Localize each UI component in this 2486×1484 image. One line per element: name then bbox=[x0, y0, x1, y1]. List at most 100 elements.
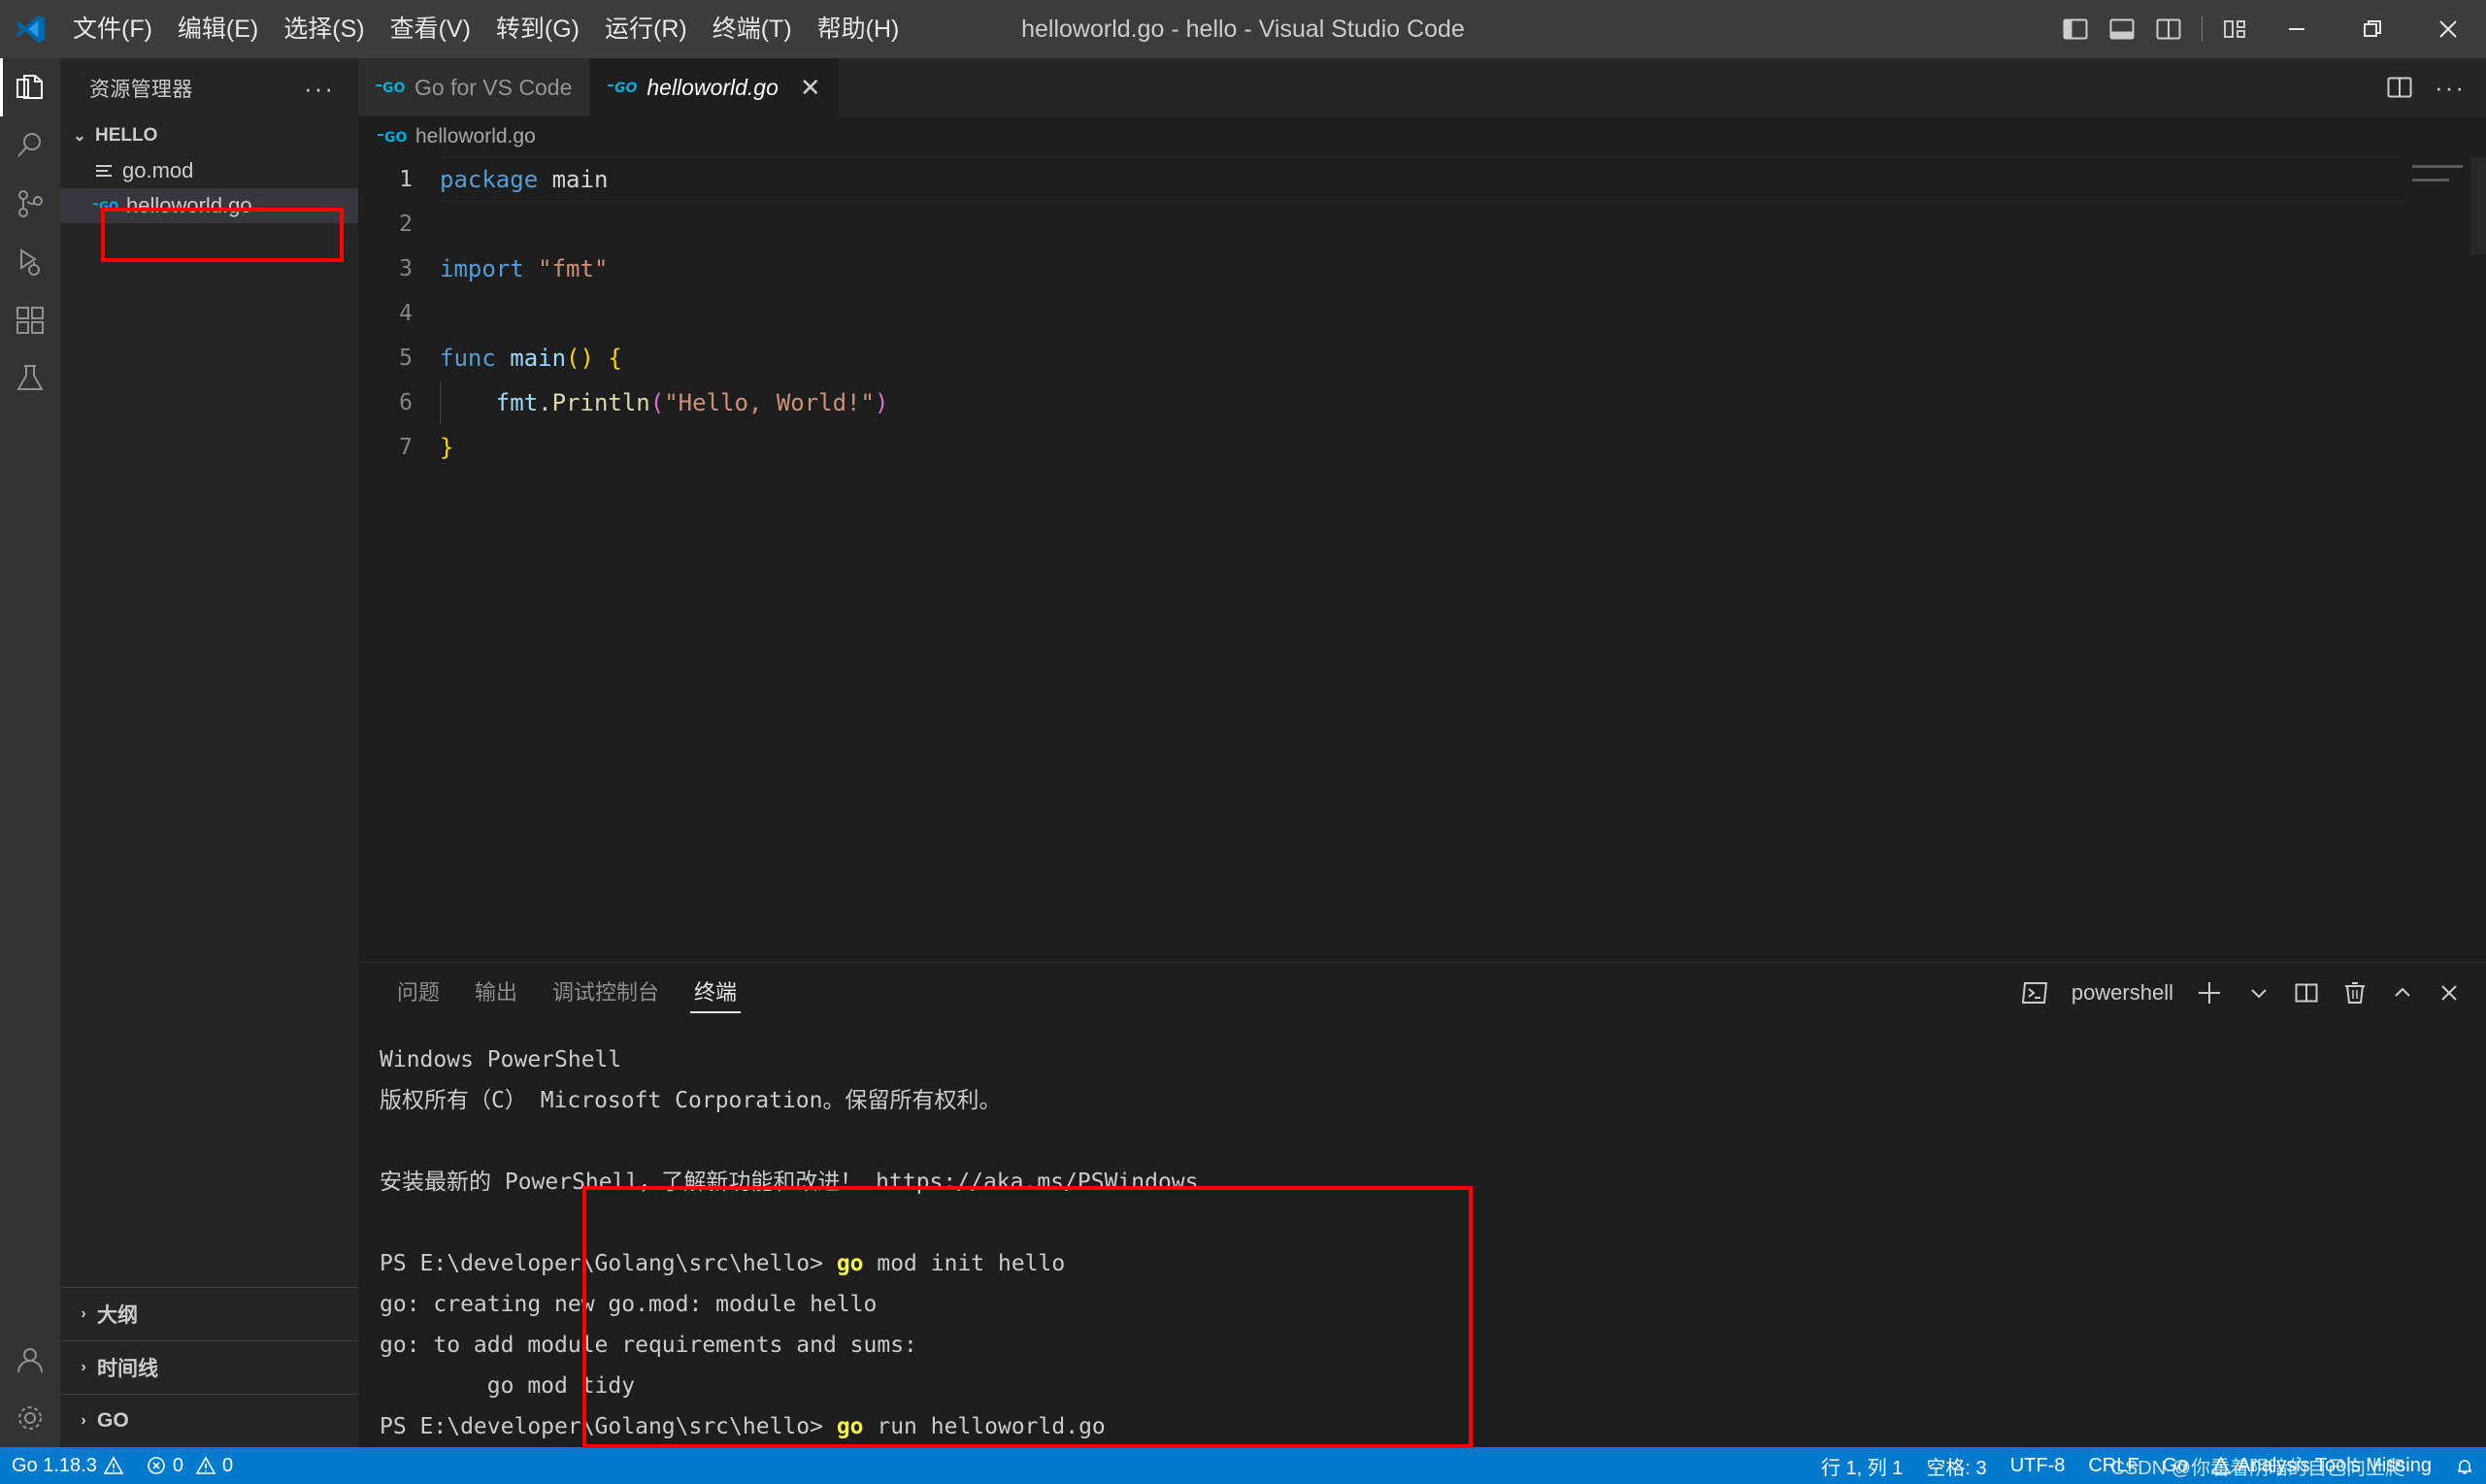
code-editor[interactable]: 1 package main 2 3 import "fmt" 4 5 func main()… bbox=[358, 157, 2486, 962]
editor-more-actions-icon[interactable]: ··· bbox=[2428, 58, 2472, 116]
breadcrumb[interactable]: GO helloworld.go bbox=[358, 116, 2486, 157]
tab-helloworld-go[interactable]: GO helloworld.go ✕ bbox=[590, 58, 840, 116]
terminal-output[interactable]: Windows PowerShell 版权所有（C） Microsoft Corp… bbox=[358, 1023, 2486, 1447]
code-token: ( bbox=[566, 344, 580, 372]
chevron-right-icon: › bbox=[81, 1359, 86, 1375]
menu-view[interactable]: 查看(V) bbox=[378, 0, 483, 58]
terminal-text: Windows PowerShell bbox=[380, 1047, 622, 1072]
file-item-go-mod[interactable]: go.mod bbox=[60, 153, 358, 188]
plus-icon[interactable] bbox=[2185, 963, 2234, 1023]
status-language-mode[interactable]: Go bbox=[2151, 1447, 2201, 1484]
scrollbar-thumb[interactable] bbox=[2470, 157, 2486, 254]
go-file-icon: GO bbox=[93, 197, 118, 214]
gear-icon[interactable] bbox=[0, 1389, 60, 1447]
split-editor-icon[interactable] bbox=[2377, 58, 2422, 116]
sidebar-item-source-control[interactable] bbox=[0, 175, 60, 233]
status-eol[interactable]: CRLF bbox=[2076, 1447, 2150, 1484]
minimap[interactable] bbox=[2412, 165, 2470, 190]
minimize-icon[interactable] bbox=[2259, 0, 2335, 58]
editor-tab-bar: GO Go for VS Code GO helloworld.go ✕ ··· bbox=[358, 58, 2486, 116]
line-number: 7 bbox=[399, 434, 413, 460]
code-token: Println bbox=[551, 388, 650, 416]
tab-go-for-vs-code[interactable]: GO Go for VS Code bbox=[358, 58, 591, 116]
toggle-panel-icon[interactable] bbox=[2099, 0, 2145, 58]
terminal-line: go: creating new go.mod: module hello bbox=[380, 1285, 2486, 1326]
status-problems[interactable]: 0 0 bbox=[135, 1447, 245, 1484]
chevron-right-icon: › bbox=[81, 1412, 86, 1429]
sidebar-item-search[interactable] bbox=[0, 116, 60, 175]
terminal-line: PS E:\developer\Golang\src\hello> go run… bbox=[380, 1407, 2486, 1447]
folder-root-hello[interactable]: ⌄ HELLO bbox=[60, 118, 358, 153]
sidebar-more-actions-icon[interactable]: ··· bbox=[304, 74, 347, 104]
split-terminal-icon[interactable] bbox=[2284, 963, 2329, 1023]
editor-tab-actions: ··· bbox=[2377, 58, 2486, 116]
terminal-text: go: to add module requirements and sums: bbox=[380, 1333, 917, 1358]
terminal-line: go mod tidy bbox=[380, 1367, 2486, 1407]
close-icon[interactable] bbox=[2410, 0, 2486, 58]
section-timeline[interactable]: › 时间线 bbox=[60, 1340, 358, 1394]
title-bar: 文件(F) 编辑(E) 选择(S) 查看(V) 转到(G) 运行(R) 终端(T… bbox=[0, 0, 2486, 58]
editor-vertical-scrollbar[interactable] bbox=[2470, 157, 2486, 962]
chevron-up-icon[interactable] bbox=[2381, 963, 2424, 1023]
chevron-down-icon[interactable] bbox=[2237, 963, 2280, 1023]
svg-text:GO: GO bbox=[382, 81, 405, 96]
trash-icon[interactable] bbox=[2333, 963, 2377, 1023]
vscode-window: 文件(F) 编辑(E) 选择(S) 查看(V) 转到(G) 运行(R) 终端(T… bbox=[0, 0, 2486, 1484]
terminal-text: run helloworld.go bbox=[863, 1414, 1106, 1439]
warning-triangle-icon bbox=[2211, 1456, 2232, 1475]
menu-selection[interactable]: 选择(S) bbox=[271, 0, 377, 58]
folder-root-label: HELLO bbox=[95, 125, 158, 146]
terminal-text: go bbox=[836, 1251, 864, 1276]
sidebar-item-run-debug[interactable] bbox=[0, 233, 60, 291]
close-icon[interactable] bbox=[2428, 963, 2470, 1023]
tab-debug-console[interactable]: 调试控制台 bbox=[535, 963, 677, 1023]
file-item-helloworld-go[interactable]: GO helloworld.go bbox=[60, 188, 358, 223]
menu-terminal[interactable]: 终端(T) bbox=[700, 0, 805, 58]
code-token: ( bbox=[649, 388, 665, 416]
menu-edit[interactable]: 编辑(E) bbox=[165, 0, 271, 58]
tab-problems[interactable]: 问题 bbox=[380, 963, 457, 1023]
status-go-analysis-tools[interactable]: Analysis Tools Missing bbox=[2200, 1447, 2443, 1484]
account-icon[interactable] bbox=[0, 1331, 60, 1389]
code-token: func bbox=[440, 344, 496, 372]
line-number: 3 bbox=[399, 255, 413, 281]
section-outline[interactable]: › 大纲 bbox=[60, 1287, 358, 1340]
status-encoding[interactable]: UTF-8 bbox=[1999, 1447, 2077, 1484]
menu-file[interactable]: 文件(F) bbox=[60, 0, 165, 58]
tab-close-icon[interactable]: ✕ bbox=[800, 73, 821, 103]
status-bar: Go 1.18.3 0 0 行 1, 列 1 空格: 3 UTF-8 CRLF … bbox=[0, 1447, 2486, 1484]
toggle-secondary-sidebar-icon[interactable] bbox=[2145, 0, 2192, 58]
toggle-primary-sidebar-icon[interactable] bbox=[2052, 0, 2099, 58]
code-token: "fmt" bbox=[538, 254, 609, 282]
code-line: 2 bbox=[358, 202, 2486, 247]
restore-icon[interactable] bbox=[2335, 0, 2410, 58]
status-notifications[interactable] bbox=[2443, 1447, 2486, 1484]
tab-output[interactable]: 输出 bbox=[457, 963, 535, 1023]
terminal-text: go: creating new go.mod: module hello bbox=[380, 1292, 878, 1317]
status-go-version[interactable]: Go 1.18.3 bbox=[0, 1447, 135, 1484]
sidebar-item-explorer[interactable] bbox=[0, 58, 60, 116]
section-go[interactable]: › GO bbox=[60, 1394, 358, 1447]
vscode-logo-icon bbox=[0, 0, 60, 58]
terminal-text: go bbox=[836, 1414, 864, 1439]
terminal-shell-name[interactable]: powershell bbox=[2062, 980, 2181, 1006]
terminal-line: go: to add module requirements and sums: bbox=[380, 1326, 2486, 1367]
status-cursor-position[interactable]: 行 1, 列 1 bbox=[1809, 1447, 1914, 1484]
menu-bar: 文件(F) 编辑(E) 选择(S) 查看(V) 转到(G) 运行(R) 终端(T… bbox=[60, 0, 912, 58]
tab-label: Go for VS Code bbox=[414, 74, 573, 100]
go-file-icon: GO bbox=[378, 128, 407, 146]
menu-go[interactable]: 转到(G) bbox=[483, 0, 592, 58]
menu-run[interactable]: 运行(R) bbox=[592, 0, 700, 58]
status-indentation[interactable]: 空格: 3 bbox=[1914, 1447, 1998, 1484]
sidebar-item-testing[interactable] bbox=[0, 349, 60, 408]
go-version-label: Go 1.18.3 bbox=[12, 1454, 97, 1476]
menu-help[interactable]: 帮助(H) bbox=[805, 0, 912, 58]
terminal-line: PS E:\developer\Golang\src\hello> go mod… bbox=[380, 1244, 2486, 1285]
tab-terminal[interactable]: 终端 bbox=[677, 963, 754, 1023]
line-number: 1 bbox=[399, 166, 413, 192]
terminal-prompt-icon[interactable] bbox=[2011, 963, 2058, 1023]
sidebar-item-extensions[interactable] bbox=[0, 291, 60, 349]
sidebar-header: 资源管理器 ··· bbox=[60, 58, 358, 118]
customize-layout-icon[interactable] bbox=[2212, 0, 2259, 58]
